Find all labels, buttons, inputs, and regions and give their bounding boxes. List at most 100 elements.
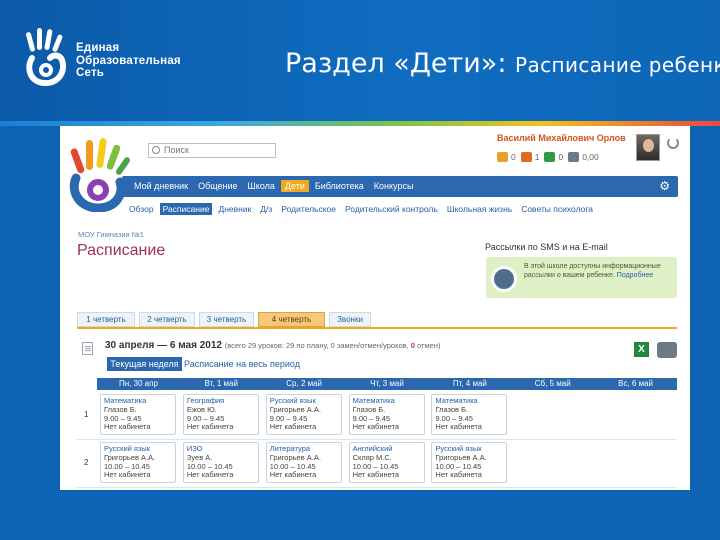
user-name-link[interactable]: Василий Михайлович Орлов xyxy=(497,133,626,143)
lesson-number: 1 xyxy=(84,410,89,419)
logout-icon[interactable] xyxy=(667,137,679,149)
lesson-room: Нет кабинета xyxy=(435,422,482,432)
nav-item[interactable]: Школа xyxy=(244,180,279,192)
lesson-card[interactable]: ИЗО Зуев А. 10.00 – 10.45 Нет кабинета xyxy=(182,442,259,483)
nav-item[interactable]: Общение xyxy=(194,180,241,192)
avatar[interactable] xyxy=(636,134,660,161)
friends-icon xyxy=(520,152,532,162)
weekday-label: Чт, 3 май xyxy=(370,379,404,388)
lesson-card[interactable]: Русский язык Григорьев А.А. 9.00 – 9.45 Нет… xyxy=(265,394,342,435)
row-divider xyxy=(77,439,677,440)
lesson-card[interactable]: Литература Григорьев А.А. 10.00 – 10.45 Нет… xyxy=(265,442,342,483)
slide-title: Раздел «Дети»: Расписание ребенка xyxy=(285,48,720,79)
lesson-card[interactable]: Английский Скляр М.С. 10.00 – 10.45 Нет каб… xyxy=(348,442,425,483)
range-note: (всего 29 уроков: 29 по плану, 0 замен/о… xyxy=(225,341,441,350)
lesson-room: Нет кабинета xyxy=(269,422,317,432)
subnav-item[interactable]: Обзор xyxy=(126,203,157,215)
weekday-label: Вс, 6 май xyxy=(618,379,654,388)
notify-text: В этой школе доступны информационные рас… xyxy=(524,262,672,280)
tab-quarter[interactable]: 1 четверть xyxy=(77,312,135,327)
lesson-room: Нет кабинета xyxy=(104,422,151,432)
weekday-label: Ср, 2 май xyxy=(286,379,323,388)
hand-logo-icon xyxy=(26,28,66,86)
slide-header: Единая Образовательная Сеть Раздел «Дети… xyxy=(0,0,720,122)
subnav-item[interactable]: Школьная жизнь xyxy=(444,203,515,215)
current-week-button[interactable]: Текущая неделя xyxy=(107,357,182,371)
subnav-item[interactable]: Советы психолога xyxy=(518,203,596,215)
subnav-item[interactable]: Родительский контроль xyxy=(342,203,441,215)
whole-period-link[interactable]: Расписание на весь период xyxy=(184,357,300,371)
print-icon[interactable] xyxy=(657,342,677,358)
subnav-item[interactable]: Родительское xyxy=(278,203,339,215)
counter[interactable]: 0,00 xyxy=(568,152,599,162)
quarter-tabs: 1 четверть 2 четверть 3 четверть 4 четверть… xyxy=(77,312,677,329)
notify-more-link[interactable]: Подробнее xyxy=(617,272,653,279)
nav-item[interactable]: Библиотека xyxy=(311,180,368,192)
subnav-item[interactable]: Расписание xyxy=(159,203,213,215)
range-title: 30 апреля — 6 мая 2012 xyxy=(105,340,222,351)
weekday-header: Пн, 30 апр Вт, 1 май Ср, 2 май Чт, 3 май Пт,… xyxy=(97,378,677,390)
tab-quarter[interactable]: Звонки xyxy=(329,312,371,327)
search-icon xyxy=(152,146,160,154)
counter-value: 0 xyxy=(511,152,516,162)
excel-export-icon[interactable]: X xyxy=(634,342,649,357)
breadcrumb[interactable]: МОУ Гимназия №1 xyxy=(78,230,144,239)
page-title: Расписание xyxy=(77,242,166,259)
logo-line: Единая xyxy=(76,42,120,54)
lesson-card[interactable]: География Ежов Ю. 9.00 – 9.45 Нет кабинета xyxy=(182,394,259,435)
gear-icon[interactable]: ⚙ xyxy=(659,180,670,192)
range-note-part: (всего 29 уроков: 29 по плану, 0 замен/о… xyxy=(224,341,411,350)
counter-value: 0,00 xyxy=(582,152,599,162)
clock-icon xyxy=(491,266,517,292)
logo-text: Единая Образовательная Сеть xyxy=(76,42,181,80)
weekday-label: Пт, 4 май xyxy=(452,379,487,388)
notify-title: Рассылки по SMS и на E-mail xyxy=(485,242,608,252)
sub-nav: Обзор Расписание Дневник Д/з Родительское Род… xyxy=(126,203,599,215)
lesson-card[interactable]: Математика Глазов Б. 9.00 – 9.45 Нет кабине… xyxy=(100,394,176,435)
tab-quarter[interactable]: 3 четверть xyxy=(199,312,254,327)
user-counters: 0 1 0 0,00 xyxy=(497,152,599,162)
weekday-label: Сб, 5 май xyxy=(534,379,571,388)
tab-quarter[interactable]: 2 четверть xyxy=(139,312,195,327)
document-icon xyxy=(82,342,93,355)
lesson-room: Нет кабинета xyxy=(269,470,317,480)
subnav-item[interactable]: Д/з xyxy=(257,203,275,215)
lesson-card[interactable]: Математика Глазов Б. 9.00 – 9.45 Нет кабине… xyxy=(348,394,425,435)
row-divider xyxy=(77,487,677,488)
lesson-card[interactable]: Русский язык Григорьев А.А. 10.00 – 10.45 Н… xyxy=(100,442,176,483)
logo-line: Сеть xyxy=(76,67,105,79)
slide-title-main: Раздел «Дети»: xyxy=(285,48,507,79)
weekday-label: Вт, 1 май xyxy=(204,379,238,388)
lesson-number: 2 xyxy=(84,458,89,467)
tab-quarter[interactable]: 4 четверть xyxy=(258,312,325,327)
lesson-room: Нет кабинета xyxy=(352,470,400,480)
groups-icon xyxy=(544,152,556,162)
lesson-card[interactable]: Русский язык Григорьев А.А. 10.00 – 10.45 Н… xyxy=(431,442,508,483)
nav-item[interactable]: Мой дневник xyxy=(130,180,192,192)
lesson-room: Нет кабинета xyxy=(352,422,400,432)
lesson-room: Нет кабинета xyxy=(435,470,482,480)
lesson-room: Нет кабинета xyxy=(186,470,234,480)
counter-value: 0 xyxy=(558,152,564,162)
logo-line: Образовательная xyxy=(76,54,181,67)
wallet-icon xyxy=(568,152,580,162)
subnav-item[interactable]: Дневник xyxy=(215,203,254,215)
counter[interactable]: 0 xyxy=(544,152,563,162)
range-note-end: отмен) xyxy=(414,341,441,350)
main-nav-items: Мой дневник Общение Школа Дети Библиотека Кон… xyxy=(130,180,419,192)
lesson-card[interactable]: Математика Глазов Б. 9.00 – 9.45 Нет кабине… xyxy=(431,394,508,435)
nav-item[interactable]: Дети xyxy=(280,180,309,192)
search-input[interactable]: Поиск xyxy=(148,143,276,158)
site-logo-icon[interactable] xyxy=(66,132,134,212)
message-icon xyxy=(497,152,508,162)
counter[interactable]: 0 xyxy=(497,152,516,162)
weekday-label: Пн, 30 апр xyxy=(118,379,158,388)
notify-box: В этой школе доступны информационные рас… xyxy=(486,257,677,298)
nav-item[interactable]: Конкурсы xyxy=(370,180,418,192)
lesson-room: Нет кабинета xyxy=(186,422,234,432)
counter[interactable]: 1 xyxy=(520,152,539,162)
main-nav: Мой дневник Общение Школа Дети Библиотека Кон… xyxy=(122,176,678,197)
date-range: 30 апреля — 6 мая 2012 (всего 29 уроков:… xyxy=(105,340,440,351)
slide-footer xyxy=(0,490,720,540)
slide-title-sub: Расписание ребенка xyxy=(515,53,720,77)
